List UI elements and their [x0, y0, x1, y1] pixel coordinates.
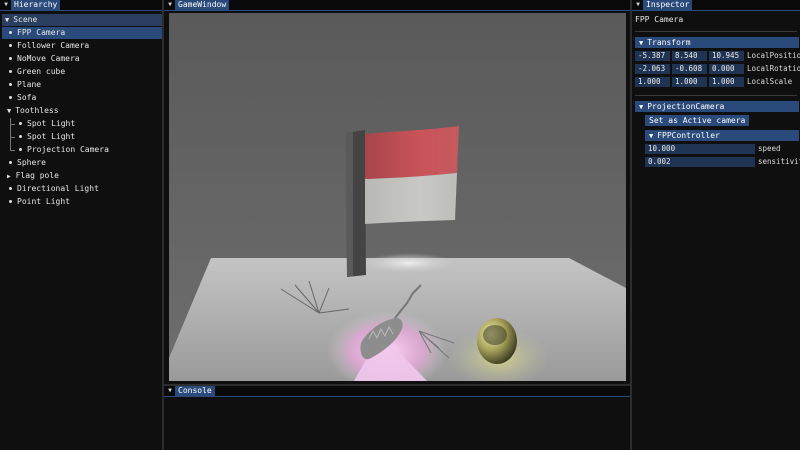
tree-item-projection-camera[interactable]: Projection Camera [15, 144, 109, 156]
scene-label: Scene [13, 15, 38, 24]
tab-hierarchy[interactable]: Hierarchy [11, 0, 61, 10]
game-window-titlebar [164, 0, 630, 11]
bullet-icon [9, 186, 12, 190]
scene-root-node[interactable]: ▼ Scene [2, 14, 162, 26]
position-z-field[interactable]: 10.945 [709, 51, 744, 61]
tree-item-spot-light-1[interactable]: Spot Light [15, 118, 75, 130]
tab-inspector[interactable]: Inspector [643, 0, 693, 10]
bullet-icon [9, 43, 12, 47]
tree-item-toothless[interactable]: ▼ Toothless [7, 105, 59, 117]
tree-item-label: Flag pole [15, 171, 59, 180]
scene-render [169, 13, 626, 381]
bullet-icon [9, 56, 12, 60]
dock-menu-icon[interactable]: ▼ [2, 0, 10, 10]
tree-item-label: Follower Camera [17, 41, 90, 50]
sensitivity-field[interactable]: 0.002 [645, 157, 755, 167]
scale-y-field[interactable]: 1.000 [672, 77, 707, 87]
bullet-icon [9, 69, 12, 73]
tree-item-label: Plane [17, 80, 42, 89]
bullet-icon [9, 30, 12, 34]
tree-item-flag-pole[interactable]: ▶ Flag pole [7, 170, 59, 182]
tree-item-fpp-camera[interactable]: FPP Camera [2, 27, 162, 39]
transform-section-header[interactable]: ▼ Transform [635, 37, 799, 48]
bullet-icon [9, 160, 12, 164]
console-titlebar [164, 386, 630, 397]
rotation-z-field[interactable]: 0.000 [709, 64, 744, 74]
scale-label: LocalScale [747, 77, 793, 86]
separator [635, 31, 797, 32]
bullet-icon [9, 199, 12, 203]
tree-guide-vertical [10, 118, 11, 150]
tree-item-label: Projection Camera [27, 145, 109, 154]
fpp-controller-section-header[interactable]: ▼ FPPController [645, 130, 799, 141]
tree-item-label: Point Light [17, 197, 70, 206]
bullet-icon [19, 134, 22, 138]
scale-z-field[interactable]: 1.000 [709, 77, 744, 87]
tree-item-plane[interactable]: Plane [5, 79, 41, 91]
rotation-label: LocalRotationD [747, 64, 800, 73]
flag-red-stripe [365, 126, 459, 179]
tree-item-label: Directional Light [17, 184, 99, 193]
dock-menu-icon[interactable]: ▼ [166, 0, 174, 10]
projection-camera-section-header[interactable]: ▼ ProjectionCamera [635, 101, 799, 112]
game-viewport[interactable] [169, 13, 626, 381]
tree-item-green-cube[interactable]: Green cube [5, 66, 65, 78]
tab-game-window[interactable]: GameWindow [175, 0, 230, 10]
set-active-camera-button[interactable]: Set as Active camera [645, 115, 750, 126]
tree-item-label: Green cube [17, 67, 66, 76]
tree-item-label: Sofa [17, 93, 37, 102]
fpp-controller-header-label: FPPController [657, 131, 720, 140]
inspector-panel: ▼ Inspector FPP Camera ▼ Transform -5.387… [632, 0, 800, 450]
flag-white-stripe [365, 173, 457, 224]
scale-x-field[interactable]: 1.000 [635, 77, 670, 87]
tree-item-sofa[interactable]: Sofa [5, 92, 36, 104]
tree-item-follower-camera[interactable]: Follower Camera [5, 40, 89, 52]
tree-item-label: Toothless [15, 106, 59, 115]
rotation-y-field[interactable]: -0.608 [672, 64, 707, 74]
tree-item-spot-light-2[interactable]: Spot Light [15, 131, 75, 143]
speed-label: speed [758, 144, 781, 153]
flag-pole-face [346, 132, 353, 277]
tree-item-sphere[interactable]: Sphere [5, 157, 46, 169]
collapse-arrow-icon: ▼ [5, 16, 10, 24]
collapse-arrow-icon: ▼ [639, 39, 644, 47]
tree-item-nomove-camera[interactable]: NoMove Camera [5, 53, 80, 65]
inspector-object-name: FPP Camera [635, 15, 684, 24]
tree-item-label: Spot Light [27, 119, 76, 128]
collapse-arrow-icon: ▼ [639, 103, 644, 111]
position-y-field[interactable]: 8.540 [672, 51, 707, 61]
rotation-x-field[interactable]: -2.063 [635, 64, 670, 74]
spotlight-pool [364, 253, 454, 273]
collapse-arrow-icon: ▼ [649, 132, 654, 140]
separator [635, 95, 797, 96]
expand-arrow-icon: ▶ [7, 173, 11, 180]
tab-console[interactable]: Console [175, 386, 215, 396]
tree-item-point-light[interactable]: Point Light [5, 196, 70, 208]
sensitivity-label: sensitivity [758, 157, 800, 166]
speed-field[interactable]: 10.000 [645, 144, 755, 154]
dock-menu-icon[interactable]: ▼ [634, 0, 642, 10]
hierarchy-panel: ▼ Hierarchy ▼ Scene FPP Camera Follower C… [0, 0, 162, 450]
tree-item-label: NoMove Camera [17, 54, 80, 63]
tree-item-label: Sphere [17, 158, 46, 167]
position-x-field[interactable]: -5.387 [635, 51, 670, 61]
dock-menu-icon[interactable]: ▼ [166, 386, 174, 396]
collapse-arrow-icon: ▼ [7, 107, 12, 115]
tree-item-label: Spot Light [27, 132, 76, 141]
sphere-shadow [483, 325, 507, 345]
console-output [164, 397, 630, 450]
projection-header-label: ProjectionCamera [647, 102, 725, 111]
bullet-icon [9, 82, 12, 86]
tree-item-directional-light[interactable]: Directional Light [5, 183, 99, 195]
tree-item-label: FPP Camera [17, 28, 66, 37]
bullet-icon [9, 95, 12, 99]
position-label: LocalPosition [747, 51, 800, 60]
transform-header-label: Transform [647, 38, 691, 47]
bullet-icon [19, 147, 22, 151]
console-panel: ▼ Console [164, 386, 630, 450]
bullet-icon [19, 121, 22, 125]
